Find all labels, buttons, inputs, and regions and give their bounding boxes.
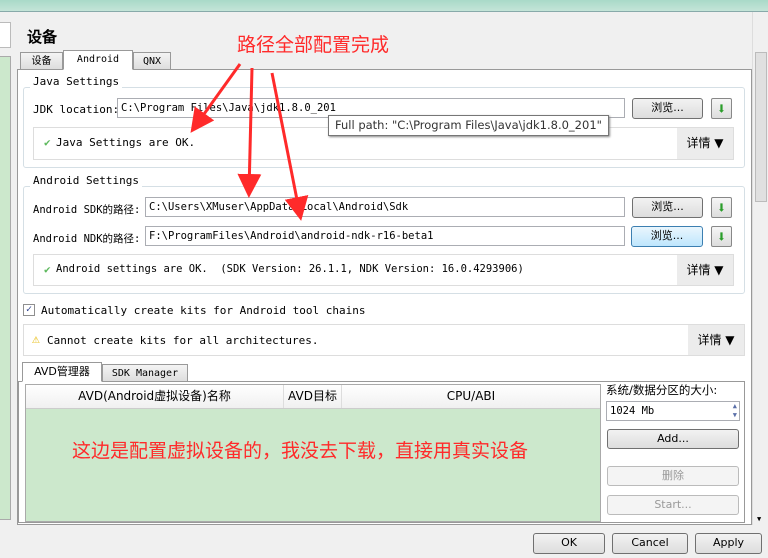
- annotation-arrows: [190, 63, 309, 221]
- tab-avd-manager[interactable]: AVD管理器: [22, 362, 102, 382]
- tab-android[interactable]: Android: [63, 50, 133, 70]
- arrow-to-sdk: [237, 67, 262, 198]
- arrow-to-ndk: [270, 72, 309, 221]
- arrow-to-jdk: [190, 63, 242, 133]
